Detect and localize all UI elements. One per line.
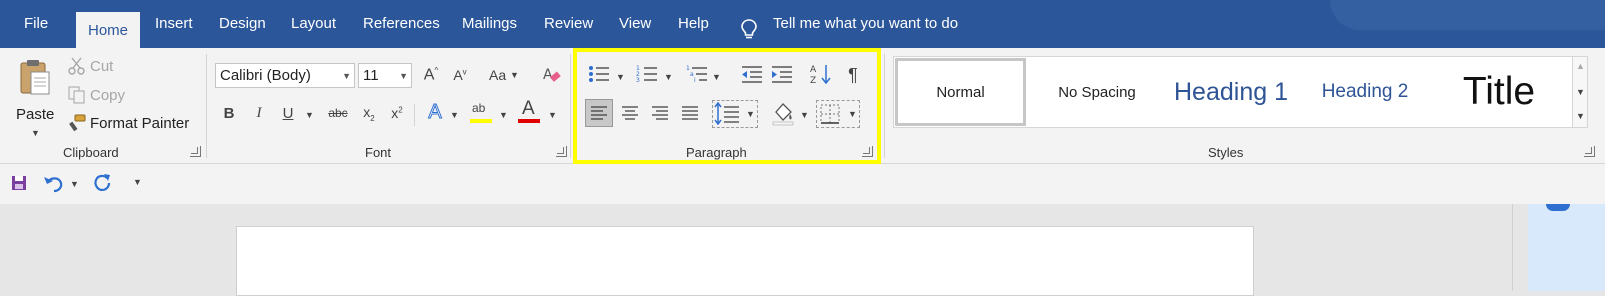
superscript-button[interactable]: x2 (386, 102, 408, 124)
change-case-label: Aa (489, 67, 507, 83)
styles-gallery-scrollbar[interactable]: ▲ ▼ ▼ (1572, 56, 1588, 128)
cut-icon (68, 57, 86, 75)
lightbulb-icon (741, 19, 757, 41)
style-no-spacing[interactable]: No Spacing (1032, 58, 1162, 126)
tab-review[interactable]: Review (544, 14, 593, 48)
font-color-bar (518, 119, 540, 123)
shrink-font-button[interactable]: Av (449, 64, 471, 86)
style-normal[interactable]: Normal (895, 58, 1026, 126)
clipboard-group-label: Clipboard (63, 145, 119, 160)
document-area (0, 204, 1605, 296)
underline-button[interactable]: U (278, 102, 298, 124)
customize-qat-icon[interactable]: ▼ (133, 177, 142, 187)
font-family-combo[interactable]: Calibri (Body) ▼ (215, 63, 355, 88)
tab-view[interactable]: View (619, 14, 651, 48)
tab-references[interactable]: References (363, 14, 440, 48)
font-size-combo[interactable]: 11 ▼ (358, 63, 412, 88)
chevron-down-icon: ▼ (510, 70, 519, 80)
shrink-font-icon: Av (453, 67, 467, 83)
quick-access-toolbar: ▼ ▼ (0, 164, 1605, 204)
change-case-button[interactable]: Aa ▼ (486, 64, 522, 86)
side-pane-indicator (1546, 204, 1570, 211)
underline-icon: U (282, 104, 294, 122)
tab-insert[interactable]: Insert (155, 14, 193, 48)
font-color-icon: A (522, 98, 535, 119)
copy-icon (68, 86, 86, 104)
bold-icon: B (223, 104, 235, 122)
strikethrough-icon: abc (328, 106, 348, 120)
separator (206, 54, 207, 158)
tab-mailings[interactable]: Mailings (462, 14, 517, 48)
tell-me-search[interactable]: Tell me what you want to do (773, 14, 958, 48)
highlight-dropdown-caret[interactable]: ▼ (499, 110, 508, 120)
more-styles-icon[interactable]: ▼ (1576, 111, 1585, 121)
font-size-value: 11 (363, 67, 379, 84)
tab-home[interactable]: Home (76, 12, 141, 49)
cut-button[interactable]: Cut (90, 58, 113, 75)
separator (414, 104, 415, 126)
font-color-button[interactable]: A (518, 98, 542, 126)
copy-button[interactable]: Copy (90, 87, 125, 104)
format-painter-button[interactable]: Format Painter (90, 115, 189, 132)
paragraph-group-highlight (573, 48, 881, 164)
font-dialog-launcher[interactable] (556, 146, 567, 157)
tab-layout[interactable]: Layout (291, 14, 336, 48)
paste-label: Paste (16, 106, 55, 123)
redo-icon[interactable] (92, 173, 112, 193)
text-effects-icon: A (428, 100, 442, 123)
italic-button[interactable]: I (249, 102, 269, 124)
style-normal-label: Normal (936, 83, 985, 101)
clipboard-dialog-launcher[interactable] (190, 146, 201, 157)
separator (570, 54, 571, 158)
style-title[interactable]: Title (1434, 58, 1564, 126)
chevron-up-icon[interactable]: ▲ (1576, 61, 1585, 71)
chevron-down-icon: ▼ (342, 71, 351, 81)
paste-button[interactable]: Paste ▼ (12, 56, 58, 142)
undo-icon[interactable] (42, 173, 64, 193)
document-page[interactable] (236, 226, 1254, 296)
tab-design[interactable]: Design (219, 14, 266, 48)
subscript-button[interactable]: x2 (358, 102, 380, 124)
underline-dropdown-caret[interactable]: ▼ (305, 110, 314, 120)
text-effects-button[interactable]: A (424, 100, 446, 124)
style-heading-2[interactable]: Heading 2 (1300, 58, 1430, 126)
font-group-label: Font (365, 145, 392, 160)
strikethrough-button[interactable]: abc (324, 102, 352, 124)
tab-file[interactable]: File (24, 14, 48, 48)
separator (884, 54, 885, 158)
paste-dropdown-caret[interactable]: ▼ (31, 128, 40, 138)
style-heading-1[interactable]: Heading 1 (1166, 58, 1296, 126)
pane-divider (1512, 204, 1513, 291)
highlighter-icon: ab (472, 101, 486, 115)
text-effects-dropdown-caret[interactable]: ▼ (450, 110, 459, 120)
superscript-icon: x2 (391, 105, 403, 121)
chevron-down-icon: ▼ (399, 71, 408, 81)
ribbon-tab-bar: File Home Insert Design Layout Reference… (0, 0, 1605, 49)
bold-button[interactable]: B (219, 102, 239, 124)
style-heading-2-label: Heading 2 (1321, 81, 1409, 102)
clipboard-paste-icon (18, 58, 52, 96)
highlight-color-bar (470, 119, 492, 123)
styles-group-label: Styles (1208, 145, 1244, 160)
font-family-value: Calibri (Body) (220, 67, 311, 84)
chevron-down-icon[interactable]: ▼ (1576, 87, 1585, 97)
clear-formatting-icon[interactable]: A (542, 65, 562, 85)
text-highlight-button[interactable]: ab (470, 100, 494, 126)
grow-font-icon: A^ (423, 65, 439, 84)
svg-text:A: A (543, 67, 553, 83)
title-bar-decoration (1330, 0, 1605, 30)
save-icon[interactable] (11, 175, 27, 191)
italic-icon: I (256, 104, 262, 121)
style-no-spacing-label: No Spacing (1058, 83, 1136, 101)
grow-font-button[interactable]: A^ (420, 64, 442, 86)
style-heading-1-label: Heading 1 (1174, 77, 1288, 106)
font-color-dropdown-caret[interactable]: ▼ (548, 110, 557, 120)
styles-dialog-launcher[interactable] (1584, 146, 1595, 157)
tab-help[interactable]: Help (678, 14, 709, 48)
style-title-label: Title (1462, 70, 1536, 113)
side-pane (1528, 204, 1605, 291)
subscript-icon: x2 (363, 103, 375, 123)
undo-dropdown-caret[interactable]: ▼ (70, 179, 79, 189)
format-painter-icon (68, 114, 86, 132)
